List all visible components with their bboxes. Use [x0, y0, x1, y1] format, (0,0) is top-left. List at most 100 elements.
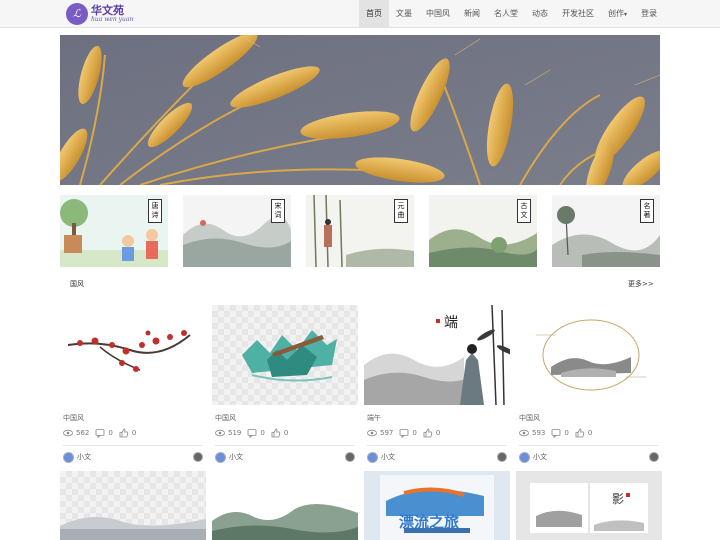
author[interactable]: 小文: [367, 451, 395, 463]
author[interactable]: 小文: [215, 451, 243, 463]
more-options-icon[interactable]: [193, 452, 203, 462]
eye-icon: [63, 429, 73, 437]
like-count: 0: [283, 429, 289, 437]
avatar: [367, 451, 378, 463]
author[interactable]: 小文: [519, 451, 547, 463]
category-tang-poetry[interactable]: 唐诗: [60, 195, 168, 267]
category-masterpieces[interactable]: 名著: [552, 195, 660, 267]
comment-icon[interactable]: [551, 428, 561, 438]
artwork-card[interactable]: [212, 471, 358, 540]
comment-icon[interactable]: [247, 428, 257, 438]
logo-mark-icon: ℒ: [66, 2, 88, 25]
artwork-card[interactable]: 中国风 562 0 0 小文: [60, 305, 206, 463]
eye-icon: [367, 429, 377, 437]
card-image[interactable]: 漂流之旅: [364, 471, 510, 540]
card-image[interactable]: [212, 305, 358, 405]
logo-pinyin: hua wen yuan: [91, 15, 134, 23]
nav-chinese-style[interactable]: 中国风: [419, 0, 457, 27]
poster-title: 漂流之旅: [399, 513, 460, 531]
artwork-card[interactable]: 中国风 519 0 0 小文: [212, 305, 358, 463]
artwork-card[interactable]: 端 端午 597 0 0 小文: [364, 305, 510, 463]
card-stats: 597 0 0: [367, 427, 510, 439]
eye-icon: [215, 429, 225, 437]
nav-hall-of-fame[interactable]: 名人堂: [487, 0, 525, 27]
comment-count: 0: [108, 429, 113, 437]
comment-icon[interactable]: [399, 428, 409, 438]
category-label: 宋词: [271, 199, 285, 223]
divider: [519, 445, 659, 446]
nav-home[interactable]: 首页: [359, 0, 389, 27]
ink-hills-image: [212, 471, 358, 540]
card-image[interactable]: [60, 471, 206, 540]
dragon-boat-festival-image: 端: [364, 305, 510, 405]
ink-circle-landscape-image: [516, 305, 662, 405]
misty-mountain-image: [60, 517, 206, 540]
card-image[interactable]: [212, 471, 358, 540]
artwork-card[interactable]: 影: [516, 471, 662, 540]
card-image[interactable]: [516, 305, 662, 405]
chevron-down-icon: ▾: [624, 11, 628, 18]
thumbs-up-icon[interactable]: [271, 428, 281, 438]
artwork-card[interactable]: [60, 471, 206, 540]
thumbs-up-icon[interactable]: [423, 428, 433, 438]
mountain-boat-image: [242, 330, 337, 382]
divider: [215, 445, 355, 446]
site-logo[interactable]: ℒ 华文苑 hua wen yuan: [66, 2, 133, 25]
category-yuan-qu[interactable]: 元曲: [306, 195, 414, 267]
top-navbar: ℒ 华文苑 hua wen yuan 首页 文墨 中国风 新闻 名人堂 动态 开…: [0, 0, 720, 28]
author-name: 小文: [77, 453, 91, 461]
comment-count: 0: [260, 429, 265, 437]
eye-icon: [519, 429, 529, 437]
calligraphy-mark: 端: [444, 315, 458, 331]
card-stats: 593 0 0: [519, 427, 662, 439]
avatar: [519, 451, 530, 463]
avatar: [215, 451, 226, 463]
comment-count: 0: [412, 429, 417, 437]
author-name: 小文: [229, 453, 243, 461]
nav-wenmo[interactable]: 文墨: [389, 0, 419, 27]
category-song-ci[interactable]: 宋词: [183, 195, 291, 267]
artwork-card[interactable]: 漂流之旅: [364, 471, 510, 540]
more-options-icon[interactable]: [497, 452, 507, 462]
author[interactable]: 小文: [63, 451, 91, 463]
more-options-icon[interactable]: [649, 452, 659, 462]
nav-create-dropdown[interactable]: 创作▾: [601, 0, 634, 27]
card-stats: 562 0 0: [63, 427, 206, 439]
view-count: 593: [532, 429, 546, 437]
artwork-card[interactable]: 中国风 593 0 0 小文: [516, 305, 662, 463]
category-label: 名著: [640, 199, 654, 223]
card-image[interactable]: 端: [364, 305, 510, 405]
nav-news[interactable]: 新闻: [457, 0, 487, 27]
author-name: 小文: [381, 453, 395, 461]
card-image[interactable]: 影: [516, 471, 662, 540]
view-count: 519: [228, 429, 242, 437]
comment-icon[interactable]: [95, 428, 105, 438]
thumbs-up-icon[interactable]: [119, 428, 129, 438]
svg-text:影: 影: [612, 492, 624, 506]
more-options-icon[interactable]: [345, 452, 355, 462]
view-count: 562: [76, 429, 90, 437]
category-label: 唐诗: [148, 199, 162, 223]
wheat-banner-image: [60, 35, 660, 185]
card-category: 中国风: [63, 414, 84, 422]
like-count: 0: [131, 429, 137, 437]
category-label: 古文: [517, 199, 531, 223]
thumbs-up-icon[interactable]: [575, 428, 585, 438]
divider: [63, 445, 203, 446]
nav-create-label: 创作: [608, 9, 624, 18]
nav-activity[interactable]: 动态: [525, 0, 555, 27]
brochure-mockup-image: 影: [516, 471, 662, 540]
comment-count: 0: [564, 429, 569, 437]
section-title: 国风: [70, 280, 84, 288]
nav-login[interactable]: 登录: [634, 0, 664, 27]
card-category: 端午: [367, 414, 381, 422]
nav-dev-community[interactable]: 开发社区: [555, 0, 601, 27]
hero-banner[interactable]: [60, 35, 660, 185]
view-count: 597: [380, 429, 394, 437]
more-link[interactable]: 更多>>: [628, 279, 654, 289]
author-name: 小文: [533, 453, 547, 461]
category-ancient-prose[interactable]: 古文: [429, 195, 537, 267]
divider: [367, 445, 507, 446]
category-label: 元曲: [394, 199, 408, 223]
card-image[interactable]: [60, 305, 206, 405]
